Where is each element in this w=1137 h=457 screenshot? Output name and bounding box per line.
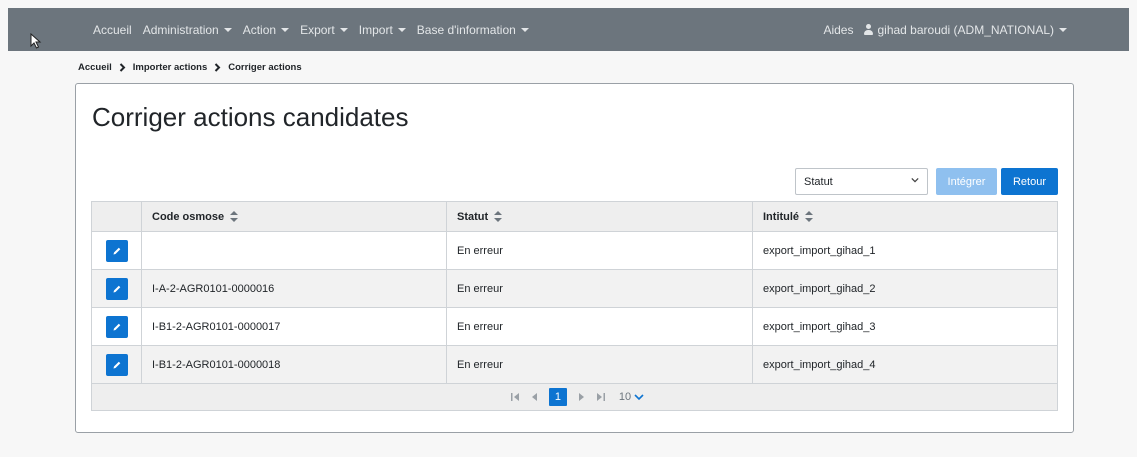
mouse-cursor-icon: [30, 33, 42, 49]
page-frame: Accueil Administration Action Export Imp…: [0, 0, 1137, 457]
nav-item-export[interactable]: Export: [300, 23, 348, 37]
breadcrumb-item-importer[interactable]: Importer actions: [133, 62, 207, 73]
page-size-select[interactable]: 10: [619, 391, 644, 403]
caret-down-icon: [1059, 27, 1067, 32]
status-filter-select[interactable]: Statut: [795, 168, 928, 195]
nav-item-accueil[interactable]: Accueil: [93, 23, 132, 37]
main-card: Corriger actions candidates Statut Intég…: [75, 83, 1074, 433]
cell-intitule: export_import_gihad_3: [752, 307, 1058, 346]
chevron-right-icon: [215, 63, 221, 72]
table-row: I-B1-2-AGR0101-0000017 En erreur export_…: [91, 307, 1058, 346]
edit-button[interactable]: [106, 277, 128, 300]
cell-statut: En erreur: [446, 345, 753, 384]
caret-down-icon: [339, 27, 348, 32]
top-navbar: Accueil Administration Action Export Imp…: [8, 8, 1129, 51]
table-header-row: Code osmose Statut Intitulé: [91, 201, 1058, 232]
nav-item-administration[interactable]: Administration: [143, 23, 232, 37]
cell-statut: En erreur: [446, 231, 753, 270]
pencil-icon: [113, 361, 121, 368]
breadcrumb: Accueil Importer actions Corriger action…: [78, 62, 302, 73]
caret-down-icon: [520, 27, 529, 32]
header-edit: [91, 201, 142, 232]
main-menu: Accueil Administration Action Export Imp…: [93, 8, 540, 51]
nav-item-aides[interactable]: Aides: [823, 23, 853, 37]
cell-statut: En erreur: [446, 269, 753, 308]
breadcrumb-item-accueil[interactable]: Accueil: [78, 62, 112, 73]
table-row: En erreur export_import_gihad_1: [91, 231, 1058, 270]
integrate-button[interactable]: Intégrer: [936, 168, 997, 195]
edit-button[interactable]: [106, 239, 128, 262]
pagination: 1 10: [91, 384, 1058, 411]
first-page-icon[interactable]: [510, 393, 520, 401]
toolbar: Statut Intégrer Retour: [795, 168, 1058, 195]
current-page-button[interactable]: 1: [548, 388, 567, 406]
cell-code-osmose: I-B1-2-AGR0101-0000018: [141, 345, 447, 384]
caret-down-icon: [223, 27, 232, 32]
edit-button[interactable]: [106, 353, 128, 376]
cell-intitule: export_import_gihad_1: [752, 231, 1058, 270]
header-code-osmose[interactable]: Code osmose: [141, 201, 447, 232]
pencil-icon: [113, 247, 121, 254]
sort-icon: [230, 210, 239, 222]
cell-statut: En erreur: [446, 307, 753, 346]
chevron-right-icon: [119, 63, 126, 72]
cell-code-osmose: I-A-2-AGR0101-0000016: [141, 269, 447, 308]
cell-code-osmose: [141, 231, 447, 270]
chevron-down-icon: [634, 394, 644, 401]
nav-item-base-information[interactable]: Base d'information: [417, 23, 529, 37]
caret-down-icon: [397, 27, 406, 32]
status-select-value: Statut: [804, 175, 833, 188]
cell-intitule: export_import_gihad_2: [752, 269, 1058, 308]
cell-code-osmose: I-B1-2-AGR0101-0000017: [141, 307, 447, 346]
cell-intitule: export_import_gihad_4: [752, 345, 1058, 384]
header-statut[interactable]: Statut: [446, 201, 753, 232]
pencil-icon: [113, 285, 121, 292]
edit-button[interactable]: [106, 315, 128, 338]
breadcrumb-item-corriger: Corriger actions: [228, 62, 302, 73]
user-menu[interactable]: gihad baroudi (ADM_NATIONAL): [853, 23, 1067, 37]
back-button[interactable]: Retour: [1001, 168, 1058, 195]
nav-item-import[interactable]: Import: [359, 23, 406, 37]
sort-icon: [494, 210, 503, 222]
nav-item-action[interactable]: Action: [243, 23, 290, 37]
page-title: Corriger actions candidates: [92, 102, 409, 132]
header-intitule[interactable]: Intitulé: [752, 201, 1058, 232]
candidates-table: Code osmose Statut Intitulé En erreur ex…: [91, 201, 1058, 384]
pencil-icon: [113, 323, 121, 330]
chevron-down-icon: [911, 177, 919, 183]
table-row: I-B1-2-AGR0101-0000018 En erreur export_…: [91, 345, 1058, 384]
user-icon: [864, 24, 874, 35]
last-page-icon[interactable]: [596, 393, 605, 401]
next-page-icon[interactable]: [578, 393, 584, 401]
previous-page-icon[interactable]: [531, 393, 538, 401]
caret-down-icon: [281, 27, 290, 32]
table-row: I-A-2-AGR0101-0000016 En erreur export_i…: [91, 269, 1058, 308]
sort-icon: [805, 210, 814, 222]
user-menu-area: Aides gihad baroudi (ADM_NATIONAL): [823, 8, 1067, 51]
